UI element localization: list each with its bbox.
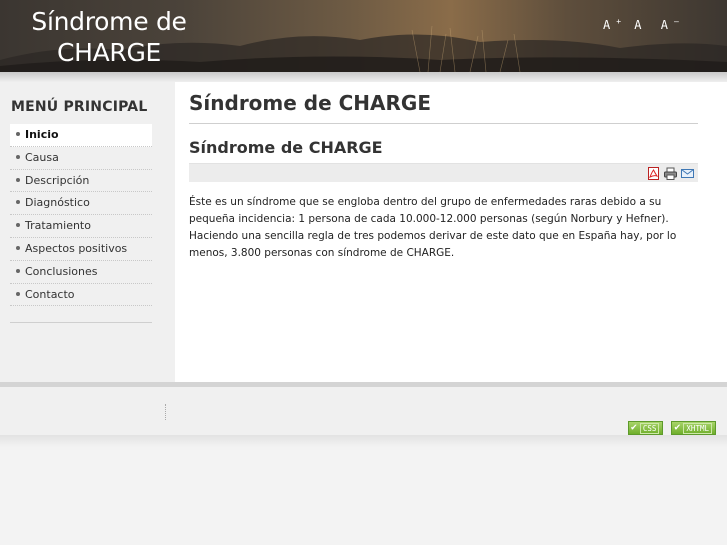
article-title: Síndrome de CHARGE	[189, 138, 383, 157]
checkmark-icon: ✔	[674, 422, 681, 433]
menu-item-tratamiento[interactable]: Tratamiento	[10, 215, 152, 238]
xhtml-valid-badge[interactable]: ✔ XHTML	[671, 421, 716, 435]
menu-item-conclusiones[interactable]: Conclusiones	[10, 261, 152, 284]
menu-item-descripcion[interactable]: Descripción	[10, 170, 152, 193]
main-content: Síndrome de CHARGE Síndrome de CHARGE És…	[175, 82, 727, 382]
bullet-icon	[16, 177, 20, 182]
menu-item-inicio[interactable]: Inicio	[10, 124, 152, 147]
menu-item-aspectos-positivos[interactable]: Aspectos positivos	[10, 238, 152, 261]
print-icon[interactable]	[664, 167, 677, 180]
reset-font-button[interactable]: A	[634, 18, 647, 32]
bullet-icon	[16, 154, 20, 159]
bullet-icon	[16, 200, 20, 205]
title-divider	[189, 123, 698, 124]
sidebar-heading: MENÚ PRINCIPAL	[11, 99, 148, 115]
header-banner: Síndrome de CHARGE A + A A –	[0, 0, 727, 72]
bullet-icon	[16, 245, 20, 250]
email-icon[interactable]	[681, 167, 694, 180]
menu-item-causa[interactable]: Causa	[10, 147, 152, 170]
bullet-icon	[16, 132, 20, 136]
footer: ✔ CSS ✔ XHTML	[0, 387, 727, 435]
sidebar: MENÚ PRINCIPAL Inicio Causa Descripción …	[0, 82, 175, 382]
decrease-font-button[interactable]: A –	[661, 17, 679, 32]
site-title[interactable]: Síndrome de CHARGE	[0, 6, 218, 68]
font-size-controls: A + A A –	[603, 17, 685, 32]
footer-divider	[165, 404, 166, 420]
sidebar-divider	[10, 322, 152, 323]
validator-badges: ✔ CSS ✔ XHTML	[627, 421, 716, 435]
header-shadow	[0, 72, 727, 82]
bullet-icon	[16, 291, 20, 296]
pdf-icon[interactable]	[647, 167, 660, 180]
article-text: Éste es un síndrome que se engloba dentr…	[189, 196, 677, 259]
increase-font-button[interactable]: A +	[603, 17, 621, 32]
bullet-icon	[16, 268, 20, 273]
footer-bottom-band	[0, 435, 727, 447]
article-toolbar	[189, 163, 698, 182]
bullet-icon	[16, 223, 20, 228]
css-valid-badge[interactable]: ✔ CSS	[627, 421, 664, 435]
page-title: Síndrome de CHARGE	[189, 91, 432, 115]
main-menu: Inicio Causa Descripción Diagnóstico Tra…	[10, 124, 152, 307]
menu-item-diagnostico[interactable]: Diagnóstico	[10, 192, 152, 216]
menu-item-contacto[interactable]: Contacto	[10, 284, 152, 307]
checkmark-icon: ✔	[630, 422, 637, 433]
